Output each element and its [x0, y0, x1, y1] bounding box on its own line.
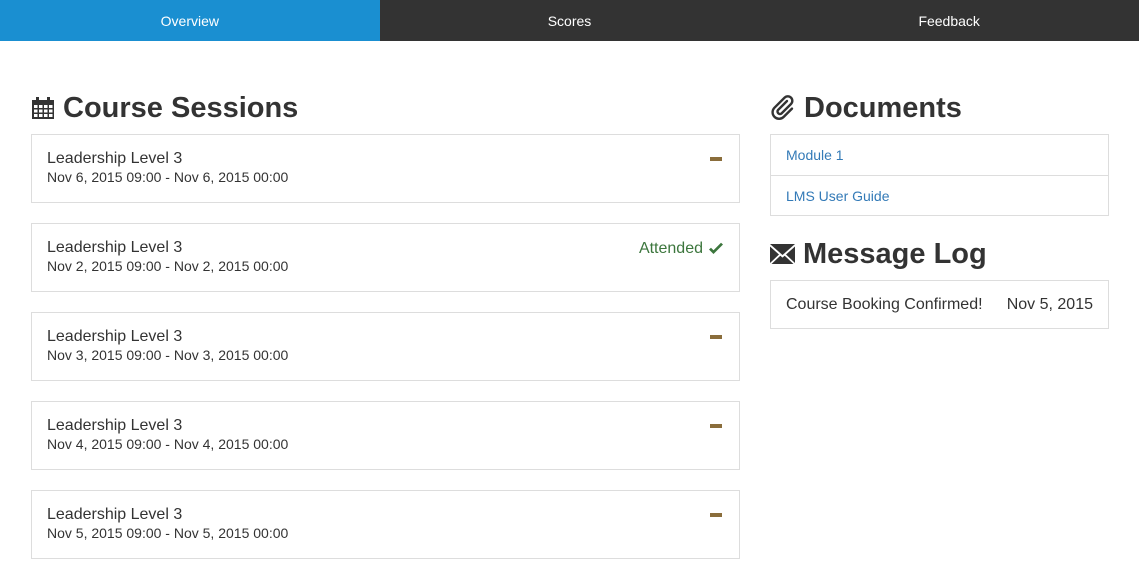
message-log-title: Message Log: [803, 237, 987, 270]
documents-title: Documents: [804, 91, 962, 124]
tab-overview[interactable]: Overview: [0, 0, 380, 41]
message-text: Course Booking Confirmed!: [786, 295, 983, 313]
documents-heading: Documents: [770, 90, 1109, 126]
session-card[interactable]: Leadership Level 3 Nov 2, 2015 09:00 - N…: [31, 223, 740, 292]
session-name: Leadership Level 3: [47, 328, 183, 345]
session-dates: Nov 3, 2015 09:00 - Nov 3, 2015 00:00: [47, 347, 289, 363]
document-link-lms-user-guide[interactable]: LMS User Guide: [771, 175, 1108, 215]
paperclip-icon: [770, 95, 796, 121]
check-icon: [708, 242, 724, 256]
session-dates: Nov 5, 2015 09:00 - Nov 5, 2015 00:00: [47, 525, 289, 541]
message-log-list: Course Booking Confirmed! Nov 5, 2015: [770, 280, 1109, 329]
tab-feedback[interactable]: Feedback: [759, 0, 1139, 41]
document-link-module-1[interactable]: Module 1: [771, 135, 1108, 175]
attendance-status: Attended: [639, 240, 724, 258]
minus-icon[interactable]: [710, 513, 722, 517]
session-dates: Nov 2, 2015 09:00 - Nov 2, 2015 00:00: [47, 258, 289, 274]
minus-icon[interactable]: [710, 335, 722, 339]
minus-icon[interactable]: [710, 424, 722, 428]
session-dates: Nov 4, 2015 09:00 - Nov 4, 2015 00:00: [47, 436, 289, 452]
session-dates: Nov 6, 2015 09:00 - Nov 6, 2015 00:00: [47, 169, 289, 185]
session-name: Leadership Level 3: [47, 506, 183, 523]
session-card[interactable]: Leadership Level 3 Nov 6, 2015 09:00 - N…: [31, 134, 740, 203]
tab-scores[interactable]: Scores: [380, 0, 760, 41]
attended-label: Attended: [638, 240, 703, 257]
envelope-icon: [770, 244, 795, 264]
minus-icon[interactable]: [710, 157, 722, 161]
session-card[interactable]: Leadership Level 3 Nov 5, 2015 09:00 - N…: [31, 490, 740, 559]
tab-bar: Overview Scores Feedback: [0, 0, 1139, 41]
session-card[interactable]: Leadership Level 3 Nov 3, 2015 09:00 - N…: [31, 312, 740, 381]
message-log-heading: Message Log: [770, 236, 1109, 272]
course-sessions-heading: Course Sessions: [31, 90, 740, 126]
session-name: Leadership Level 3: [47, 239, 183, 256]
session-list: Leadership Level 3 Nov 6, 2015 09:00 - N…: [31, 134, 740, 559]
course-sessions-column: Course Sessions Leadership Level 3 Nov 6…: [31, 90, 740, 579]
documents-list: Module 1 LMS User Guide: [770, 134, 1109, 216]
course-sessions-title: Course Sessions: [63, 91, 299, 124]
message-row: Course Booking Confirmed! Nov 5, 2015: [771, 281, 1108, 328]
sidebar-column: Documents Module 1 LMS User Guide Messag…: [770, 90, 1109, 329]
calendar-icon: [31, 96, 55, 120]
session-name: Leadership Level 3: [47, 150, 183, 167]
message-date: Nov 5, 2015: [1006, 295, 1093, 313]
session-name: Leadership Level 3: [47, 417, 183, 434]
session-card[interactable]: Leadership Level 3 Nov 4, 2015 09:00 - N…: [31, 401, 740, 470]
